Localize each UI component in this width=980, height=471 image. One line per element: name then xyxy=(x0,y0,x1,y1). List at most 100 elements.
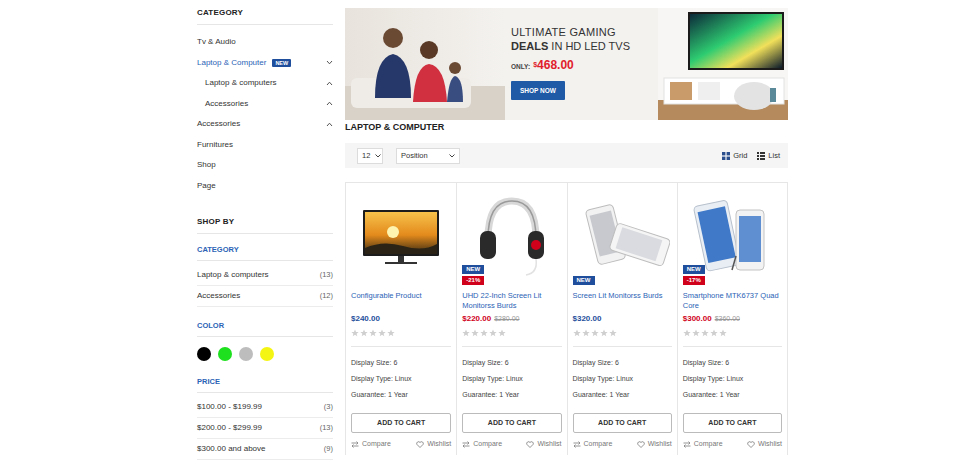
chevron-up-icon[interactable] xyxy=(326,122,333,127)
compare-label[interactable]: Compare xyxy=(694,439,723,450)
headphones-picture[interactable] xyxy=(488,201,536,239)
filter-item[interactable]: $300.00 and above(9) xyxy=(197,439,333,460)
tv-picture[interactable] xyxy=(385,262,417,264)
tv-picture[interactable] xyxy=(363,210,439,256)
phablet-picture[interactable] xyxy=(739,216,761,262)
phone-picture[interactable] xyxy=(574,196,670,276)
add-to-cart-button[interactable]: ADD TO CART xyxy=(573,413,672,433)
chevron-up-icon[interactable] xyxy=(327,82,332,85)
compare-label[interactable]: Compare xyxy=(584,439,613,450)
tv-picture[interactable] xyxy=(387,226,399,238)
compare-link[interactable]: Compare xyxy=(573,439,613,450)
category-item[interactable]: Tv & Audio xyxy=(197,32,333,53)
category-label[interactable]: Accessories xyxy=(197,118,240,130)
color-swatch[interactable] xyxy=(218,347,232,361)
wishlist-label[interactable]: Wishlist xyxy=(648,439,672,450)
filter-label[interactable]: $200.00 - $299.99 xyxy=(197,422,262,434)
limit-value[interactable]: 12 xyxy=(362,150,370,161)
compare-label[interactable]: Compare xyxy=(362,439,391,450)
view-label[interactable]: List xyxy=(768,150,780,161)
color-swatch[interactable] xyxy=(260,347,274,361)
promo-banner[interactable]: ULTIMATE GAMINGDEALS IN HD LED TVSONLY:$… xyxy=(345,8,788,120)
wishlist-label[interactable]: Wishlist xyxy=(758,439,782,450)
category-label[interactable]: Tv & Audio xyxy=(197,36,236,48)
toggle-slot[interactable] xyxy=(325,122,333,127)
wishlist-link[interactable]: Wishlist xyxy=(416,439,451,450)
headphones-picture[interactable] xyxy=(528,231,544,259)
filter-item[interactable]: $200.00 - $299.99(13) xyxy=(197,418,333,439)
category-label[interactable]: Laptop & computers xyxy=(205,77,277,89)
color-swatch[interactable] xyxy=(239,347,253,361)
view-button[interactable]: Grid xyxy=(722,150,747,161)
tv-picture[interactable] xyxy=(353,196,449,276)
product-name[interactable]: Screen Lit Monitorss Burds xyxy=(573,291,672,313)
phablet-picture[interactable] xyxy=(694,200,741,272)
add-to-cart-button[interactable]: ADD TO CART xyxy=(683,413,782,433)
wishlist-link[interactable]: Wishlist xyxy=(747,439,782,450)
compare-label[interactable]: Compare xyxy=(473,439,502,450)
filter-label[interactable]: Laptop & computers xyxy=(197,269,269,281)
chevron-down-icon[interactable] xyxy=(326,60,333,65)
compare-link[interactable]: Compare xyxy=(351,439,391,450)
chevron-up-icon[interactable] xyxy=(326,122,333,127)
filter-item[interactable]: Laptop & computers(13) xyxy=(197,265,333,286)
sort-select[interactable]: Position xyxy=(396,148,460,164)
product-image[interactable] xyxy=(351,187,451,285)
phablet-picture[interactable] xyxy=(698,206,736,263)
chevron-up-icon[interactable] xyxy=(326,81,333,86)
tv-picture[interactable] xyxy=(353,196,449,276)
filter-item[interactable]: Accessories(12) xyxy=(197,286,333,307)
filter-label[interactable]: $300.00 and above xyxy=(197,443,266,455)
headphones-picture[interactable] xyxy=(480,231,496,259)
shop-now-button[interactable]: SHOP NOW xyxy=(511,81,565,100)
chevron-up-icon[interactable] xyxy=(326,101,333,106)
product-image[interactable]: NEW xyxy=(573,187,672,285)
category-label[interactable]: Page xyxy=(197,180,216,192)
add-to-cart-button[interactable]: ADD TO CART xyxy=(462,413,561,433)
headphones-picture[interactable] xyxy=(526,259,536,275)
phablet-picture[interactable] xyxy=(694,200,741,272)
wishlist-link[interactable]: Wishlist xyxy=(526,439,561,450)
view-button[interactable]: List xyxy=(757,150,780,161)
toggle-slot[interactable] xyxy=(325,60,333,65)
limit-select[interactable]: 12 xyxy=(357,148,383,164)
compare-link[interactable]: Compare xyxy=(683,439,723,450)
headphones-picture[interactable] xyxy=(531,240,541,250)
color-swatch[interactable] xyxy=(197,347,211,361)
wishlist-label[interactable]: Wishlist xyxy=(427,439,451,450)
category-label[interactable]: Furnitures xyxy=(197,139,233,151)
sort-value[interactable]: Position xyxy=(401,150,428,161)
tv-picture[interactable] xyxy=(398,256,404,262)
chevron-up-icon[interactable] xyxy=(326,81,333,86)
wishlist-label[interactable]: Wishlist xyxy=(537,439,561,450)
category-label[interactable]: Laptop & Computer xyxy=(197,57,266,69)
category-label[interactable]: Shop xyxy=(197,159,216,171)
tv-picture[interactable] xyxy=(365,212,437,254)
add-to-cart-button[interactable]: ADD TO CART xyxy=(351,413,451,433)
tv-picture[interactable] xyxy=(365,243,437,254)
filter-label[interactable]: Accessories xyxy=(197,290,240,302)
phone-picture[interactable] xyxy=(609,223,670,267)
chevron-down-icon[interactable] xyxy=(327,61,332,64)
product-name[interactable]: Smartphone MTK6737 Quad Core xyxy=(683,291,782,313)
chevron-up-icon[interactable] xyxy=(327,102,332,105)
category-label[interactable]: Accessories xyxy=(205,98,248,110)
wishlist-link[interactable]: Wishlist xyxy=(637,439,672,450)
chevron-up-icon[interactable] xyxy=(326,101,333,106)
category-item[interactable]: Accessories xyxy=(197,94,333,115)
category-item[interactable]: Accessories xyxy=(197,114,333,135)
phablet-picture[interactable] xyxy=(736,210,764,270)
category-item[interactable]: Furnitures xyxy=(197,135,333,156)
headphones-picture[interactable] xyxy=(488,201,536,239)
category-item[interactable]: Page xyxy=(197,176,333,197)
filter-label[interactable]: $100.00 - $199.99 xyxy=(197,401,262,413)
category-item[interactable]: Laptop & ComputerNEW xyxy=(197,53,333,74)
chevron-down-icon[interactable] xyxy=(326,60,333,65)
phone-picture[interactable] xyxy=(616,227,663,261)
category-item[interactable]: Shop xyxy=(197,155,333,176)
phablet-picture[interactable] xyxy=(732,256,736,270)
compare-link[interactable]: Compare xyxy=(462,439,502,450)
phone-picture[interactable] xyxy=(574,196,670,276)
chevron-up-icon[interactable] xyxy=(327,123,332,126)
product-name[interactable]: UHD 22-Inch Screen Lit Monitorss Burds xyxy=(462,291,561,313)
